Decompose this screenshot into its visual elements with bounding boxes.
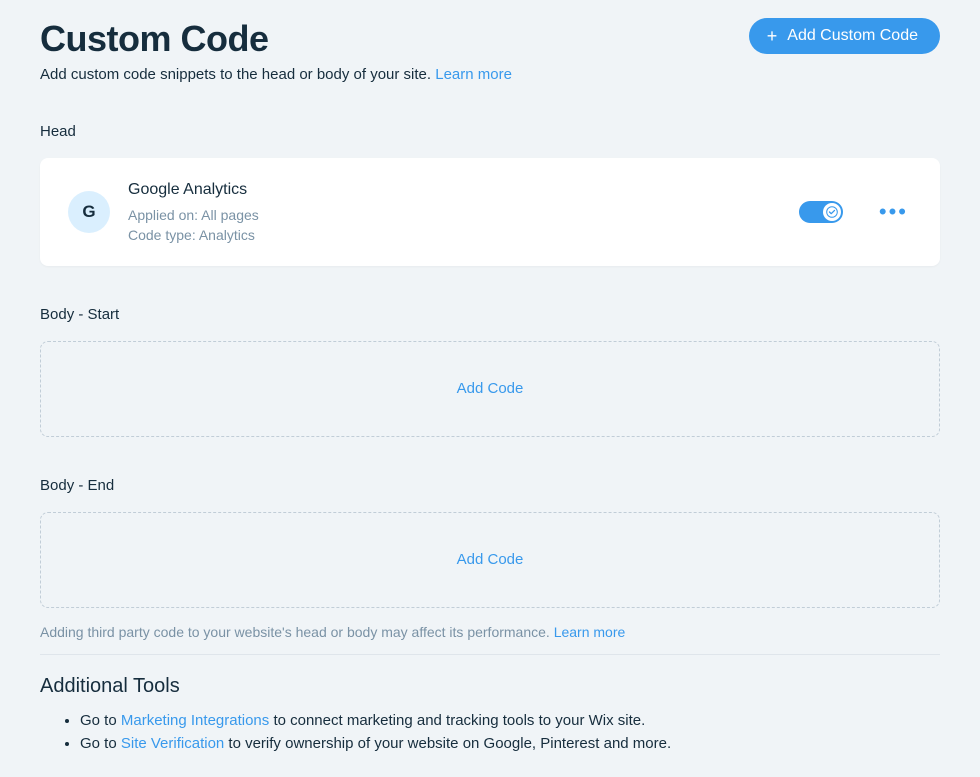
page-title: Custom Code — [40, 18, 269, 60]
toggle-knob — [823, 203, 841, 221]
code-item-code-type: Code type: Analytics — [128, 225, 259, 245]
code-type-value: Analytics — [199, 227, 255, 243]
add-code-body-start[interactable]: Add Code — [40, 341, 940, 437]
performance-footnote: Adding third party code to your website'… — [40, 624, 940, 655]
section-label-body-start: Body - Start — [40, 306, 940, 323]
tool-item-suffix: to connect marketing and tracking tools … — [269, 712, 645, 729]
marketing-integrations-link[interactable]: Marketing Integrations — [121, 712, 269, 729]
code-item-icon: G — [68, 191, 110, 233]
learn-more-link[interactable]: Learn more — [435, 66, 512, 83]
list-item: Go to Site Verification to verify owners… — [80, 735, 940, 752]
add-code-body-start-label: Add Code — [457, 380, 524, 397]
additional-tools-heading: Additional Tools — [40, 675, 940, 698]
add-custom-code-button[interactable]: + Add Custom Code — [749, 18, 940, 54]
code-item-title: Google Analytics — [128, 178, 259, 201]
footnote-text: Adding third party code to your website'… — [40, 624, 554, 640]
enable-toggle[interactable] — [799, 201, 843, 223]
more-actions-button[interactable]: ••• — [875, 201, 912, 223]
section-label-head: Head — [40, 123, 940, 140]
applied-on-value: All pages — [201, 207, 259, 223]
add-custom-code-label: Add Custom Code — [787, 27, 918, 45]
add-code-body-end-label: Add Code — [457, 551, 524, 568]
additional-tools-list: Go to Marketing Integrations to connect … — [40, 712, 940, 752]
code-type-label: Code type: — [128, 227, 199, 243]
code-item-card: G Google Analytics Applied on: All pages… — [40, 158, 940, 266]
code-item-applied-on: Applied on: All pages — [128, 205, 259, 225]
subtitle-text: Add custom code snippets to the head or … — [40, 66, 435, 83]
add-code-body-end[interactable]: Add Code — [40, 512, 940, 608]
tool-item-suffix: to verify ownership of your website on G… — [224, 735, 671, 752]
tool-item-prefix: Go to — [80, 712, 121, 729]
applied-on-label: Applied on: — [128, 207, 201, 223]
plus-icon: + — [767, 27, 778, 45]
checkmark-icon — [826, 206, 838, 218]
page-subtitle: Add custom code snippets to the head or … — [40, 66, 940, 83]
more-dots-icon: ••• — [879, 199, 908, 224]
site-verification-link[interactable]: Site Verification — [121, 735, 224, 752]
list-item: Go to Marketing Integrations to connect … — [80, 712, 940, 729]
footnote-learn-more-link[interactable]: Learn more — [554, 624, 626, 640]
section-label-body-end: Body - End — [40, 477, 940, 494]
tool-item-prefix: Go to — [80, 735, 121, 752]
